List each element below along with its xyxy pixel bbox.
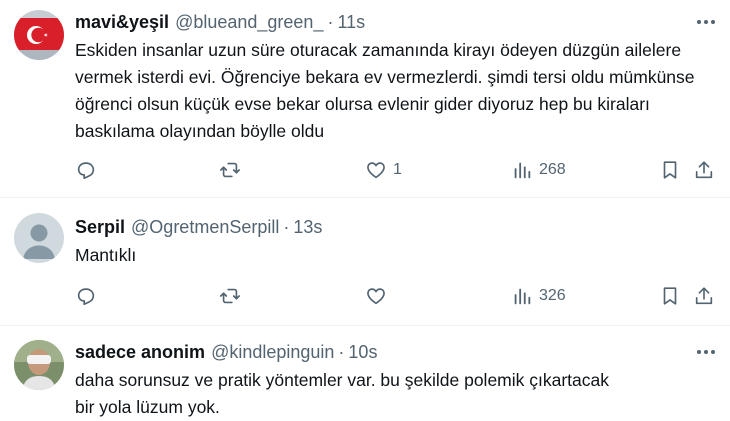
- display-name[interactable]: mavi&yeşil: [75, 12, 169, 33]
- display-name[interactable]: sadece anonim: [75, 342, 205, 363]
- tweet-actions: 1 268: [75, 156, 730, 184]
- tweet-actions: 326: [75, 282, 730, 310]
- reply-button[interactable]: [75, 282, 97, 310]
- avatar[interactable]: [14, 340, 64, 390]
- tweet[interactable]: mavi&yeşil @blueand_green_ · 11s Eskiden…: [0, 0, 730, 198]
- views-button[interactable]: 326: [511, 282, 566, 310]
- retweet-icon: [220, 288, 240, 304]
- heart-icon: [367, 162, 385, 179]
- timestamp[interactable]: 10s: [348, 342, 377, 363]
- photo-avatar-icon: [14, 340, 64, 390]
- timestamp[interactable]: 11s: [337, 12, 365, 33]
- user-handle[interactable]: @OgretmenSerpill: [131, 217, 279, 238]
- share-icon: [695, 287, 713, 305]
- share-button[interactable]: [693, 156, 715, 184]
- bookmark-button[interactable]: [659, 282, 681, 310]
- analytics-icon: [514, 162, 531, 179]
- user-handle[interactable]: @blueand_green_: [175, 12, 323, 33]
- ellipsis-icon: [697, 350, 715, 354]
- default-person-avatar-icon: [14, 213, 64, 263]
- tweet[interactable]: sadece anonim @kindlepinguin · 10s daha …: [0, 326, 730, 420]
- retweet-button[interactable]: [219, 156, 241, 184]
- bookmark-icon: [663, 161, 677, 179]
- tweet-text: daha sorunsuz ve pratik yöntemler var. b…: [75, 370, 610, 417]
- view-count: 268: [539, 161, 566, 178]
- reply-icon: [77, 288, 95, 306]
- like-button[interactable]: 1: [365, 156, 402, 184]
- ellipsis-icon: [697, 20, 715, 24]
- reply-icon: [77, 162, 95, 180]
- share-icon: [695, 161, 713, 179]
- separator-dot: ·: [283, 216, 290, 237]
- heart-icon: [367, 288, 385, 305]
- retweet-button[interactable]: [219, 282, 241, 310]
- display-name[interactable]: Serpil: [75, 217, 125, 238]
- avatar[interactable]: [14, 10, 64, 60]
- share-button[interactable]: [693, 282, 715, 310]
- tweet-text: Eskiden insanlar uzun süre oturacak zama…: [75, 40, 695, 141]
- more-options-button[interactable]: [692, 340, 720, 364]
- separator-dot: ·: [327, 11, 334, 32]
- turkish-flag-avatar-icon: [14, 10, 64, 60]
- bookmark-icon: [663, 287, 677, 305]
- more-options-button[interactable]: [692, 10, 720, 34]
- tweet[interactable]: Serpil @OgretmenSerpill · 13s Mantıklı 3…: [0, 198, 730, 326]
- analytics-icon: [514, 288, 531, 305]
- avatar[interactable]: [14, 213, 64, 263]
- like-count: 1: [393, 161, 402, 178]
- like-button[interactable]: [365, 282, 387, 310]
- tweet-text: Mantıklı: [75, 245, 137, 265]
- user-handle[interactable]: @kindlepinguin: [211, 342, 334, 363]
- view-count: 326: [539, 287, 566, 304]
- reply-button[interactable]: [75, 156, 97, 184]
- retweet-icon: [220, 162, 240, 178]
- views-button[interactable]: 268: [511, 156, 566, 184]
- bookmark-button[interactable]: [659, 156, 681, 184]
- timestamp[interactable]: 13s: [293, 217, 322, 238]
- separator-dot: ·: [338, 341, 345, 362]
